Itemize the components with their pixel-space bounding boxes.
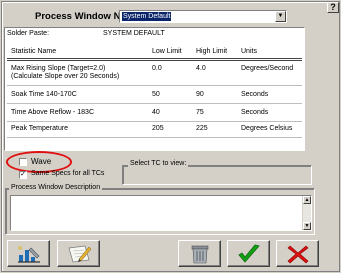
cancel-button[interactable] (276, 240, 319, 267)
solder-paste-value: SYSTEM DEFAULT (103, 30, 165, 37)
row-high-limit: 4.0 (196, 65, 206, 72)
same-specs-label: Same Specs for all TCs (31, 170, 105, 177)
row-high-limit: 90 (196, 91, 204, 98)
chart-tool-button[interactable] (7, 240, 50, 267)
help-button[interactable]: ? (327, 2, 339, 13)
ok-button[interactable] (227, 240, 270, 267)
row-low-limit: 0.0 (152, 65, 162, 72)
row-units: Degrees Celsius (241, 125, 293, 132)
row-low-limit: 40 (152, 109, 160, 116)
row-low-limit: 50 (152, 91, 160, 98)
chart-tool-icon (17, 245, 40, 263)
scroll-down-icon[interactable]: ▼ (303, 222, 311, 230)
row-statistic-name: Soak Time 140-170C (11, 91, 77, 98)
description-label: Process Window Description (9, 184, 103, 191)
edit-paper-icon (68, 245, 91, 262)
cancel-x-icon (287, 245, 308, 263)
row-separator (7, 103, 302, 104)
header-units: Units (241, 48, 257, 55)
wave-label: Wave (31, 157, 52, 166)
edit-notes-button[interactable] (57, 240, 100, 267)
row-units: Seconds (241, 91, 269, 98)
row-statistic-name: Max Rising Slope (Target=2.0) (11, 65, 106, 72)
process-window-name-combo[interactable]: System Default ▼ (119, 10, 287, 23)
row-units: Seconds (241, 109, 269, 116)
select-tc-label: Select TC to view: (128, 160, 189, 167)
wave-checkbox[interactable] (19, 158, 27, 166)
row-separator (7, 137, 302, 138)
row-units: Degrees/Second (241, 65, 294, 72)
process-window-name-value: System Default (122, 12, 172, 21)
row-separator (7, 85, 302, 86)
description-textarea[interactable]: ▲ ▼ (10, 195, 312, 231)
ok-checkmark-icon (237, 244, 260, 263)
delete-button[interactable] (178, 240, 221, 267)
row-statistic-name-line2: (Calculate Slope over 20 Seconds) (11, 73, 120, 80)
header-statistic-name: Statistic Name (11, 48, 57, 55)
row-statistic-name: Peak Temperature (11, 125, 69, 132)
solder-paste-label: Solder Paste: (7, 30, 50, 37)
header-low-limit: Low Limit (152, 48, 182, 55)
row-separator (7, 121, 302, 122)
row-high-limit: 225 (196, 125, 208, 132)
header-high-limit: High Limit (196, 48, 228, 55)
header-separator (7, 58, 302, 61)
trash-bin-icon (191, 245, 208, 263)
chevron-down-icon[interactable]: ▼ (275, 11, 286, 22)
statistics-listbox[interactable]: Solder Paste: SYSTEM DEFAULT Statistic N… (4, 27, 305, 151)
row-high-limit: 75 (196, 109, 204, 116)
description-scrollbar[interactable]: ▲ ▼ (302, 196, 311, 230)
same-specs-checkbox[interactable]: ✓ (19, 171, 27, 179)
row-low-limit: 205 (152, 125, 164, 132)
scroll-up-icon[interactable]: ▲ (303, 196, 311, 204)
row-statistic-name: Time Above Reflow - 183C (11, 109, 94, 116)
select-tc-group (122, 165, 312, 185)
